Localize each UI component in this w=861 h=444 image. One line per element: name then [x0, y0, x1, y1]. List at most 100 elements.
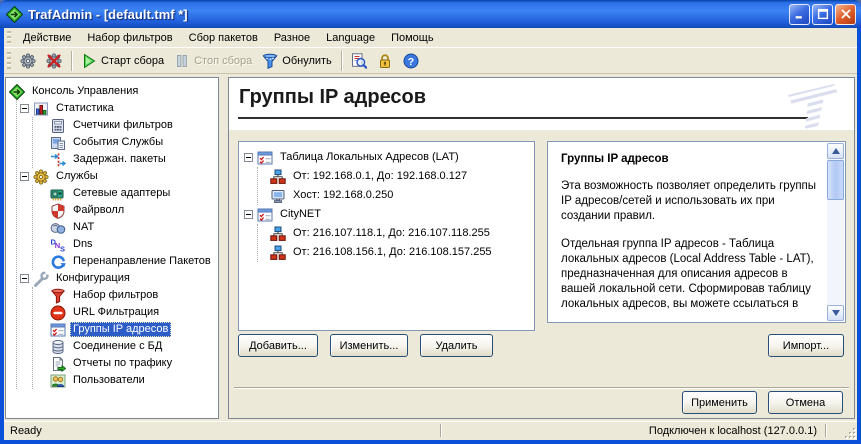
toolbar-connect-button[interactable] [15, 49, 41, 73]
app-icon [6, 5, 23, 23]
range-icon [270, 169, 286, 185]
minimize-button[interactable] [789, 3, 810, 25]
group-item-label: От: 216.107.118.1, До: 216.107.118.255 [293, 227, 490, 239]
apply-button[interactable]: Применить [682, 391, 757, 414]
sidebar-item-label: Сетевые адаптеры [73, 187, 171, 199]
range-icon [270, 226, 286, 242]
sidebar-item[interactable]: NAT [50, 219, 216, 236]
window-controls [789, 3, 856, 25]
ip-group-list: Таблица Локальных Адресов (LAT) От: 192.1… [238, 141, 535, 331]
scroll-up-button[interactable] [827, 143, 844, 159]
sidebar-item-label: Перенаправление Пакетов [73, 255, 211, 267]
sidebar-item[interactable]: События Службы [50, 134, 216, 151]
toolbar-separator [71, 50, 72, 71]
menu-item-3[interactable]: Сбор пакетов [181, 30, 266, 46]
sidebar-item[interactable]: Файрволл [50, 202, 216, 219]
toolbar-lock-button[interactable] [372, 49, 398, 73]
sidebar-item[interactable]: Пользователи [50, 372, 216, 389]
title-bar[interactable]: TrafAdmin - [default.tmf *] [0, 0, 861, 28]
delayed-packets-icon [50, 152, 66, 168]
maximize-button[interactable] [812, 3, 833, 25]
group-item[interactable]: CityNET [244, 205, 532, 224]
status-bar: Ready Подключен к localhost (127.0.0.1) [4, 421, 857, 440]
funnel-icon [262, 53, 278, 69]
scrollbar-thumb[interactable] [827, 160, 844, 200]
description-paragraph: Эта возможность позволяет определить гру… [561, 180, 817, 222]
menu-item-4[interactable]: Разное [266, 30, 318, 46]
sidebar-item-label: Задержан. пакеты [73, 153, 166, 165]
toolbar-disconnect-button[interactable] [41, 49, 67, 73]
group-children: От: 192.168.0.1, До: 192.168.0.127 Хост: … [257, 167, 532, 205]
menu-item-1[interactable]: Действие [15, 30, 79, 46]
collapse-expander-icon[interactable] [20, 274, 29, 283]
sidebar-item[interactable]: D N S Dns [50, 236, 216, 253]
sidebar-item[interactable]: Статистика [20, 100, 216, 117]
sidebar-item-label: Службы [56, 170, 98, 182]
sidebar-item-label: Счетчики фильтров [73, 119, 173, 131]
sidebar-item[interactable]: Счетчики фильтров [50, 117, 216, 134]
service-events-icon [50, 135, 66, 151]
resize-grip[interactable] [827, 421, 857, 440]
filter-set-icon [50, 288, 66, 304]
sidebar-item[interactable]: Конфигурация [20, 270, 216, 287]
sidebar-item-label: События Службы [73, 136, 164, 148]
menu-item-2[interactable]: Набор фильтров [79, 30, 180, 46]
sidebar-item[interactable]: Отчеты по трафику [50, 355, 216, 372]
sidebar-item[interactable]: Службы [20, 168, 216, 185]
collapse-expander-icon[interactable] [20, 172, 29, 181]
cancel-button[interactable]: Отмена [768, 391, 843, 414]
edit-button[interactable]: Изменить... [330, 334, 408, 357]
toolbar-preview-button[interactable] [346, 49, 372, 73]
group-item[interactable]: Хост: 192.168.0.250 [270, 186, 532, 205]
collapse-expander-icon[interactable] [20, 104, 29, 113]
import-button[interactable]: Импорт... [768, 334, 844, 357]
ip-groups-icon [257, 207, 273, 223]
range-icon [270, 245, 286, 261]
sidebar-item[interactable]: Консоль Управления [9, 83, 216, 100]
toolbar-start-capture-button[interactable]: Старт сбора [76, 49, 169, 73]
group-item-label: Таблица Локальных Адресов (LAT) [280, 151, 459, 163]
footer-separator [234, 387, 849, 389]
sidebar-item[interactable]: Задержан. пакеты [50, 151, 216, 168]
sidebar-item[interactable]: Набор фильтров [50, 287, 216, 304]
toolbar-grip[interactable] [7, 51, 11, 70]
scroll-down-button[interactable] [827, 305, 844, 321]
group-item[interactable]: От: 216.108.156.1, До: 216.108.157.255 [270, 243, 532, 262]
delete-button[interactable]: Удалить [420, 334, 493, 357]
toolbar-reset-label: Обнулить [282, 54, 332, 67]
toolbar-separator [340, 50, 342, 71]
sidebar-item[interactable]: Сетевые адаптеры [50, 185, 216, 202]
sidebar-item[interactable]: URL Фильтрация [50, 304, 216, 321]
description-title: Группы IP адресов [561, 153, 669, 165]
collapse-expander-icon[interactable] [244, 153, 253, 162]
toolbar-start-capture-label: Старт сбора [101, 54, 165, 67]
close-button[interactable] [835, 3, 856, 25]
menu-item-5[interactable]: Language [318, 30, 383, 46]
menu-item-6[interactable]: Помощь [383, 30, 442, 46]
page-title: Группы IP адресов [239, 86, 427, 108]
play-icon [81, 53, 97, 69]
page-body: Таблица Локальных Адресов (LAT) От: 192.1… [229, 130, 854, 418]
firewall-icon [50, 202, 66, 219]
sidebar-item[interactable]: Перенаправление Пакетов [50, 253, 216, 270]
toolbar-stop-capture-button[interactable]: Стоп сбора [169, 49, 257, 73]
counters-icon [50, 118, 66, 134]
toolbar-reset-button[interactable]: Обнулить [257, 49, 337, 73]
title-underline [238, 117, 808, 119]
description-scrollbar[interactable] [827, 143, 844, 321]
page-header: Группы IP адресов [229, 78, 854, 131]
sidebar-item[interactable]: Соединение с БД [50, 338, 216, 355]
group-item-label: От: 192.168.0.1, До: 192.168.0.127 [293, 170, 468, 182]
collapse-expander-icon[interactable] [244, 210, 253, 219]
configuration-icon [33, 270, 49, 287]
group-item[interactable]: От: 192.168.0.1, До: 192.168.0.127 [270, 167, 532, 186]
menubar-grip[interactable] [7, 30, 11, 45]
statistics-icon [33, 101, 49, 117]
group-item[interactable]: От: 216.107.118.1, До: 216.107.118.255 [270, 224, 532, 243]
toolbar-stop-capture-label: Стоп сбора [194, 54, 253, 67]
add-button[interactable]: Добавить... [238, 334, 318, 357]
group-item[interactable]: Таблица Локальных Адресов (LAT) [244, 148, 532, 167]
sidebar-item[interactable]: Группы IP адресов [50, 321, 216, 338]
toolbar-help-button[interactable]: ? [398, 49, 424, 73]
url-filter-icon [50, 305, 66, 321]
